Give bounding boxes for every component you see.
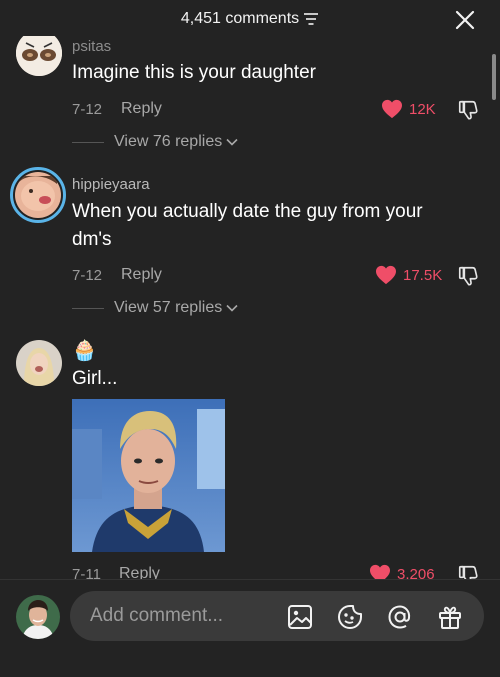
view-replies-label: View 76 replies <box>114 133 223 150</box>
replies-divider <box>72 307 104 309</box>
like-count: 12K <box>409 100 436 118</box>
avatar[interactable] <box>16 36 62 76</box>
comment-text-line-2: dm's <box>72 229 112 250</box>
comment-count: 4,451 comments <box>180 10 300 27</box>
view-replies-button[interactable]: View 57 replies <box>72 299 238 317</box>
chevron-down-icon <box>226 304 238 312</box>
reply-button[interactable]: Reply <box>121 100 162 118</box>
comments-title: 4,451 comments <box>0 10 500 28</box>
scrollbar[interactable] <box>492 54 496 100</box>
avatar[interactable] <box>16 340 62 386</box>
comment-username[interactable]: hippieyaara <box>72 176 150 193</box>
heart-icon <box>376 265 396 285</box>
dislike-icon[interactable] <box>457 564 479 579</box>
emoji-sticker-icon[interactable] <box>336 603 364 631</box>
reply-button[interactable]: Reply <box>121 266 162 284</box>
like-button[interactable]: 17.5K <box>375 265 442 285</box>
comment-image[interactable] <box>72 399 225 552</box>
like-button[interactable]: 3,206 <box>369 564 435 579</box>
view-replies-button[interactable]: View 76 replies <box>72 133 238 151</box>
view-replies-label: View 57 replies <box>114 299 223 316</box>
comment-text-line-1: When you actually date the guy from your <box>72 201 423 222</box>
sort-lines-icon[interactable] <box>303 12 319 26</box>
homelander-image <box>72 399 225 552</box>
like-count: 3,206 <box>397 565 435 580</box>
comment-date: 7-11 <box>72 566 101 579</box>
comment-list[interactable]: psitas Imagine this is your daughter 7-1… <box>0 36 500 579</box>
comment-username[interactable]: psitas <box>72 38 111 55</box>
heart-icon <box>382 99 402 119</box>
comment-date: 7-12 <box>72 267 103 284</box>
mention-at-icon[interactable] <box>386 603 414 631</box>
comments-sheet: 4,451 comments psitas Imagine this is yo… <box>0 0 500 677</box>
my-avatar[interactable] <box>16 595 60 639</box>
replies-divider <box>72 141 104 143</box>
close-icon[interactable] <box>454 9 476 31</box>
comment-username[interactable]: 🧁 <box>72 338 97 363</box>
dislike-icon[interactable] <box>457 265 479 287</box>
heart-icon <box>370 564 390 579</box>
like-button[interactable]: 12K <box>381 99 436 119</box>
comment-text: Imagine this is your daughter <box>72 62 316 83</box>
comment-input-bar[interactable] <box>70 591 484 641</box>
chevron-down-icon <box>226 138 238 146</box>
comment-composer <box>0 579 500 677</box>
avatar[interactable] <box>10 167 66 223</box>
reply-button[interactable]: Reply <box>119 565 160 579</box>
gift-icon[interactable] <box>436 603 464 631</box>
image-icon[interactable] <box>286 603 314 631</box>
like-count: 17.5K <box>403 266 443 284</box>
dislike-icon[interactable] <box>457 99 479 121</box>
comment-date: 7-12 <box>72 101 103 118</box>
comment-input[interactable] <box>90 601 270 631</box>
comment-text: Girl... <box>72 368 118 389</box>
